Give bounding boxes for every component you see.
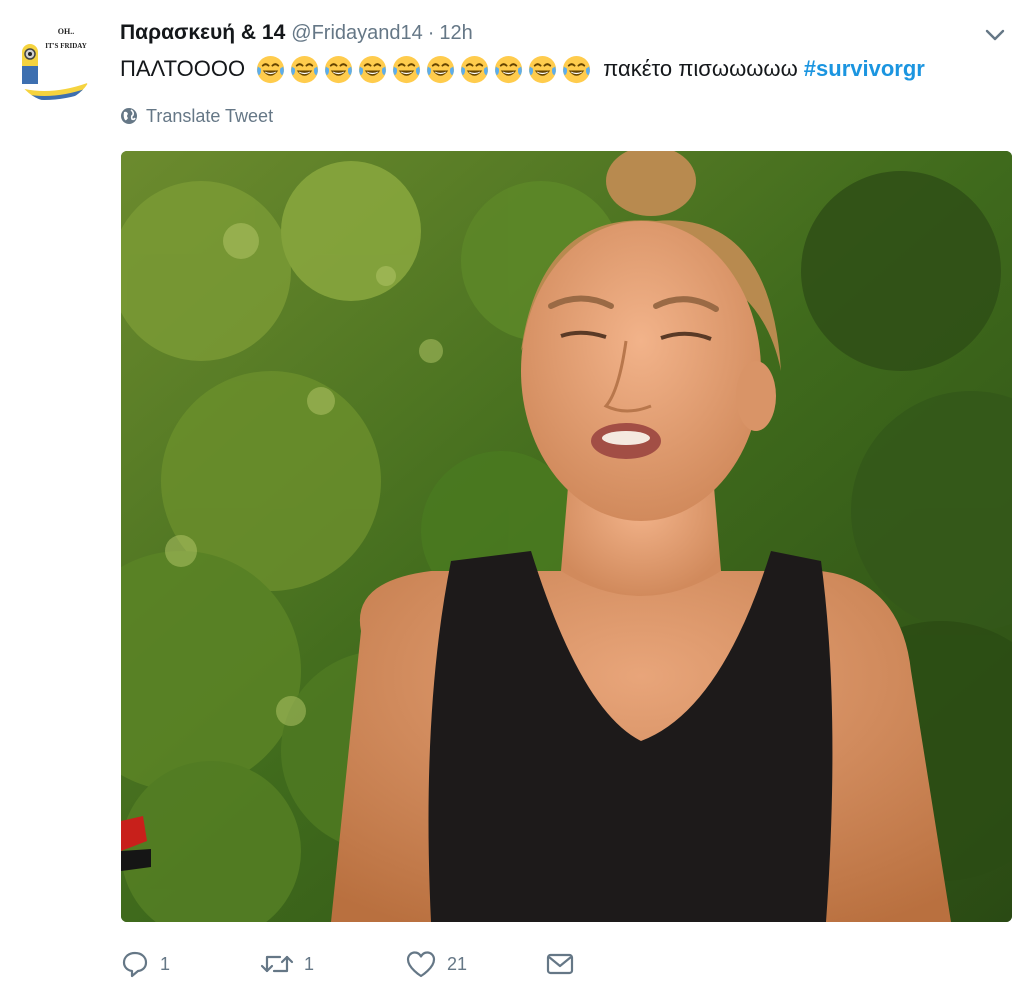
- face-with-tears-of-joy-icon: [257, 55, 285, 83]
- reply-icon: [122, 951, 148, 978]
- avatar-text-line2: IT'S FRIDAY: [45, 42, 87, 50]
- face-with-tears-of-joy-icon: [291, 55, 319, 83]
- chevron-down-icon[interactable]: [982, 25, 1008, 45]
- face-with-tears-of-joy-icon: [359, 55, 387, 83]
- tweet-header: Παρασκευή & 14 @Fridayand14 · 12h: [120, 18, 473, 48]
- reply-count: 1: [160, 953, 171, 974]
- face-with-tears-of-joy-icon: [495, 55, 523, 83]
- timestamp[interactable]: 12h: [439, 22, 472, 45]
- translate-label: Translate Tweet: [146, 105, 274, 126]
- hashtag-link[interactable]: #survivorgr: [804, 56, 925, 82]
- reply-button[interactable]: 1: [120, 949, 260, 979]
- translate-tweet-link[interactable]: Translate Tweet: [120, 104, 273, 128]
- tweet-text-main: ΠΑΛΤΟΟΟΟ: [120, 56, 246, 81]
- like-button[interactable]: 21: [405, 949, 545, 979]
- face-with-tears-of-joy-icon: [461, 55, 489, 83]
- tweet-media-image[interactable]: [121, 151, 1012, 922]
- face-with-tears-of-joy-icon: [325, 55, 353, 83]
- user-handle[interactable]: @Fridayand14: [291, 22, 422, 45]
- tweet-actions: 1 1 21: [120, 945, 585, 983]
- tweet-text: ΠΑΛΤΟΟΟΟ πακέτο πισωωωωω #survivorgr: [120, 52, 925, 86]
- globe-icon: [121, 108, 137, 124]
- retweet-icon: [260, 955, 294, 973]
- face-with-tears-of-joy-icon: [427, 55, 455, 83]
- retweet-count: 1: [304, 953, 315, 974]
- retweet-button[interactable]: 1: [260, 949, 405, 979]
- face-with-tears-of-joy-icon: [563, 55, 591, 83]
- avatar[interactable]: OH.. IT'S FRIDAY: [14, 22, 94, 102]
- envelope-icon: [546, 953, 574, 975]
- face-with-tears-of-joy-icon: [393, 55, 421, 83]
- direct-message-button[interactable]: [545, 949, 585, 979]
- like-count: 21: [447, 953, 468, 974]
- tweet-text-tail: πακέτο πισωωωωω: [603, 56, 798, 81]
- heart-icon: [406, 951, 436, 978]
- emoji-row: [255, 54, 595, 85]
- avatar-text-line1: OH..: [58, 27, 74, 36]
- display-name[interactable]: Παρασκευή & 14: [120, 21, 285, 45]
- header-separator: ·: [427, 21, 435, 44]
- face-with-tears-of-joy-icon: [529, 55, 557, 83]
